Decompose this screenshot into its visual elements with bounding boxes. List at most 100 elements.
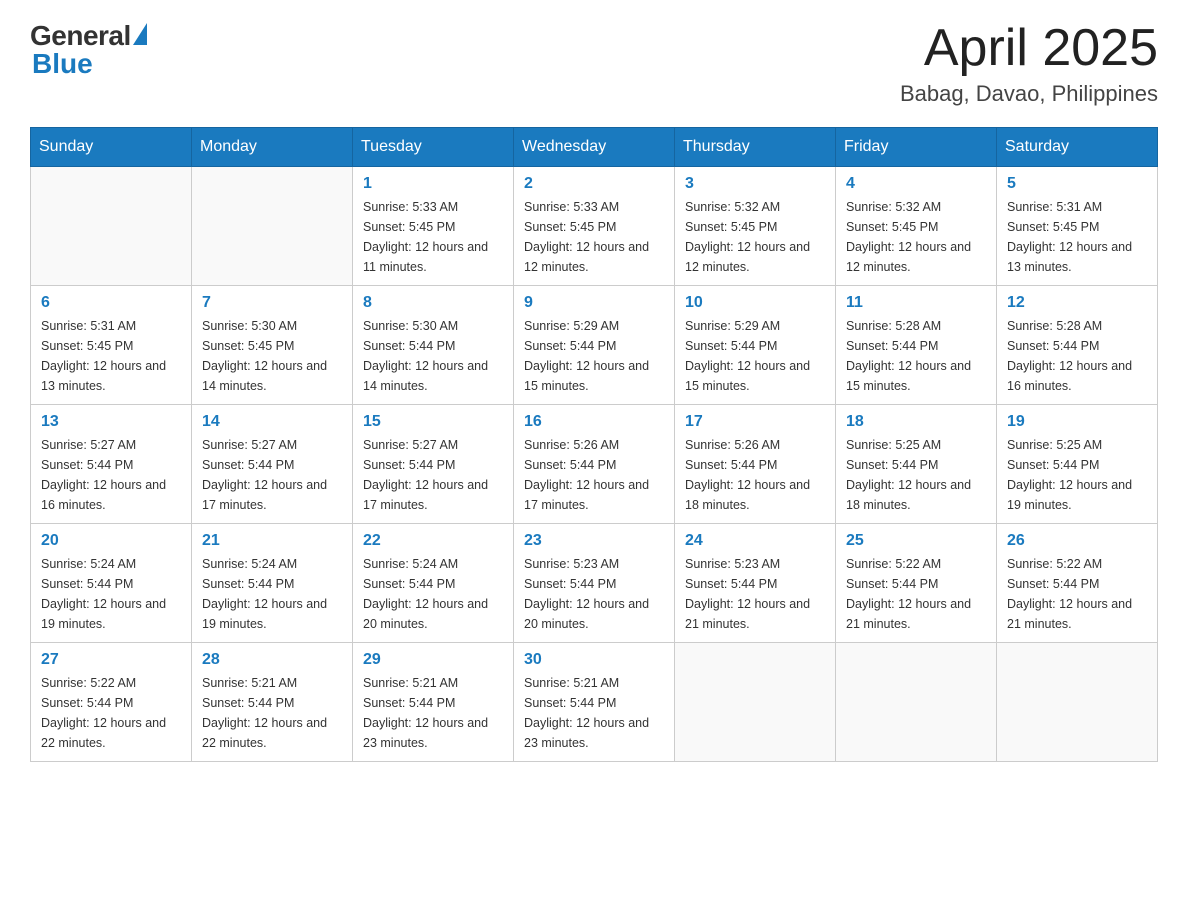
- day-number: 12: [1007, 294, 1147, 312]
- calendar-cell: 19 Sunrise: 5:25 AMSunset: 5:44 PMDayligh…: [997, 405, 1158, 524]
- day-number: 30: [524, 651, 664, 669]
- day-info: Sunrise: 5:23 AMSunset: 5:44 PMDaylight:…: [685, 554, 825, 634]
- day-number: 10: [685, 294, 825, 312]
- day-number: 21: [202, 532, 342, 550]
- calendar-week-row: 13 Sunrise: 5:27 AMSunset: 5:44 PMDayligh…: [31, 405, 1158, 524]
- calendar-cell: 20Sunrise: 5:24 AMSunset: 5:44 PMDayligh…: [31, 524, 192, 643]
- day-number: 27: [41, 651, 181, 669]
- day-info: Sunrise: 5:32 AMSunset: 5:45 PMDaylight:…: [685, 197, 825, 277]
- column-header-tuesday: Tuesday: [353, 128, 514, 167]
- month-year-title: April 2025: [900, 20, 1158, 77]
- day-info: Sunrise: 5:26 AMSunset: 5:44 PMDaylight:…: [685, 435, 825, 515]
- day-info: Sunrise: 5:24 AMSunset: 5:44 PMDaylight:…: [202, 554, 342, 634]
- column-header-sunday: Sunday: [31, 128, 192, 167]
- calendar-cell: [997, 643, 1158, 762]
- day-number: 3: [685, 175, 825, 193]
- calendar-cell: [192, 167, 353, 286]
- day-number: 4: [846, 175, 986, 193]
- calendar-cell: 26 Sunrise: 5:22 AMSunset: 5:44 PMDayligh…: [997, 524, 1158, 643]
- day-number: 6: [41, 294, 181, 312]
- calendar-cell: 8Sunrise: 5:30 AMSunset: 5:44 PMDaylight…: [353, 286, 514, 405]
- calendar-cell: 3 Sunrise: 5:32 AMSunset: 5:45 PMDaylight…: [675, 167, 836, 286]
- day-number: 19: [1007, 413, 1147, 431]
- calendar-cell: 30 Sunrise: 5:21 AMSunset: 5:44 PMDayligh…: [514, 643, 675, 762]
- calendar-cell: 4 Sunrise: 5:32 AMSunset: 5:45 PMDaylight…: [836, 167, 997, 286]
- logo: General Blue: [30, 20, 147, 80]
- logo-triangle-icon: [133, 23, 147, 45]
- calendar-cell: 23 Sunrise: 5:23 AMSunset: 5:44 PMDayligh…: [514, 524, 675, 643]
- day-info: Sunrise: 5:33 AMSunset: 5:45 PMDaylight:…: [524, 197, 664, 277]
- calendar-cell: 9 Sunrise: 5:29 AMSunset: 5:44 PMDaylight…: [514, 286, 675, 405]
- day-number: 28: [202, 651, 342, 669]
- calendar-cell: 22 Sunrise: 5:24 AMSunset: 5:44 PMDayligh…: [353, 524, 514, 643]
- day-info: Sunrise: 5:25 AMSunset: 5:44 PMDaylight:…: [846, 435, 986, 515]
- calendar-table: SundayMondayTuesdayWednesdayThursdayFrid…: [30, 127, 1158, 762]
- day-number: 25: [846, 532, 986, 550]
- day-number: 18: [846, 413, 986, 431]
- calendar-cell: 1 Sunrise: 5:33 AMSunset: 5:45 PMDaylight…: [353, 167, 514, 286]
- day-number: 2: [524, 175, 664, 193]
- day-info: Sunrise: 5:33 AMSunset: 5:45 PMDaylight:…: [363, 197, 503, 277]
- day-number: 17: [685, 413, 825, 431]
- day-info: Sunrise: 5:28 AMSunset: 5:44 PMDaylight:…: [1007, 316, 1147, 396]
- calendar-cell: [836, 643, 997, 762]
- day-info: Sunrise: 5:27 AMSunset: 5:44 PMDaylight:…: [202, 435, 342, 515]
- column-header-monday: Monday: [192, 128, 353, 167]
- day-info: Sunrise: 5:29 AMSunset: 5:44 PMDaylight:…: [524, 316, 664, 396]
- calendar-header-row: SundayMondayTuesdayWednesdayThursdayFrid…: [31, 128, 1158, 167]
- day-info: Sunrise: 5:22 AMSunset: 5:44 PMDaylight:…: [41, 673, 181, 753]
- day-number: 29: [363, 651, 503, 669]
- calendar-cell: 21 Sunrise: 5:24 AMSunset: 5:44 PMDayligh…: [192, 524, 353, 643]
- calendar-cell: 28 Sunrise: 5:21 AMSunset: 5:44 PMDayligh…: [192, 643, 353, 762]
- day-info: Sunrise: 5:32 AMSunset: 5:45 PMDaylight:…: [846, 197, 986, 277]
- day-number: 5: [1007, 175, 1147, 193]
- calendar-cell: 24 Sunrise: 5:23 AMSunset: 5:44 PMDayligh…: [675, 524, 836, 643]
- calendar-cell: 14 Sunrise: 5:27 AMSunset: 5:44 PMDayligh…: [192, 405, 353, 524]
- day-info: Sunrise: 5:25 AMSunset: 5:44 PMDaylight:…: [1007, 435, 1147, 515]
- day-info: Sunrise: 5:31 AMSunset: 5:45 PMDaylight:…: [1007, 197, 1147, 277]
- day-number: 20: [41, 532, 181, 550]
- day-number: 11: [846, 294, 986, 312]
- calendar-cell: 18 Sunrise: 5:25 AMSunset: 5:44 PMDayligh…: [836, 405, 997, 524]
- calendar-cell: 17 Sunrise: 5:26 AMSunset: 5:44 PMDayligh…: [675, 405, 836, 524]
- day-number: 15: [363, 413, 503, 431]
- column-header-saturday: Saturday: [997, 128, 1158, 167]
- day-number: 16: [524, 413, 664, 431]
- calendar-cell: 16Sunrise: 5:26 AMSunset: 5:44 PMDayligh…: [514, 405, 675, 524]
- calendar-cell: [675, 643, 836, 762]
- calendar-cell: 5 Sunrise: 5:31 AMSunset: 5:45 PMDaylight…: [997, 167, 1158, 286]
- day-number: 26: [1007, 532, 1147, 550]
- day-info: Sunrise: 5:30 AMSunset: 5:45 PMDaylight:…: [202, 316, 342, 396]
- calendar-cell: 2 Sunrise: 5:33 AMSunset: 5:45 PMDaylight…: [514, 167, 675, 286]
- calendar-cell: 29Sunrise: 5:21 AMSunset: 5:44 PMDayligh…: [353, 643, 514, 762]
- day-number: 1: [363, 175, 503, 193]
- day-info: Sunrise: 5:22 AMSunset: 5:44 PMDaylight:…: [846, 554, 986, 634]
- calendar-cell: 13Sunrise: 5:27 AMSunset: 5:44 PMDayligh…: [31, 405, 192, 524]
- day-info: Sunrise: 5:27 AMSunset: 5:44 PMDaylight:…: [363, 435, 503, 515]
- day-number: 24: [685, 532, 825, 550]
- calendar-week-row: 6Sunrise: 5:31 AMSunset: 5:45 PMDaylight…: [31, 286, 1158, 405]
- column-header-thursday: Thursday: [675, 128, 836, 167]
- calendar-cell: 7 Sunrise: 5:30 AMSunset: 5:45 PMDaylight…: [192, 286, 353, 405]
- location-subtitle: Babag, Davao, Philippines: [900, 81, 1158, 107]
- day-info: Sunrise: 5:22 AMSunset: 5:44 PMDaylight:…: [1007, 554, 1147, 634]
- calendar-cell: 12 Sunrise: 5:28 AMSunset: 5:44 PMDayligh…: [997, 286, 1158, 405]
- day-info: Sunrise: 5:21 AMSunset: 5:44 PMDaylight:…: [202, 673, 342, 753]
- calendar-cell: 25 Sunrise: 5:22 AMSunset: 5:44 PMDayligh…: [836, 524, 997, 643]
- calendar-cell: [31, 167, 192, 286]
- day-info: Sunrise: 5:28 AMSunset: 5:44 PMDaylight:…: [846, 316, 986, 396]
- day-info: Sunrise: 5:24 AMSunset: 5:44 PMDaylight:…: [363, 554, 503, 634]
- day-info: Sunrise: 5:23 AMSunset: 5:44 PMDaylight:…: [524, 554, 664, 634]
- day-number: 9: [524, 294, 664, 312]
- day-number: 7: [202, 294, 342, 312]
- column-header-friday: Friday: [836, 128, 997, 167]
- calendar-cell: 10Sunrise: 5:29 AMSunset: 5:44 PMDayligh…: [675, 286, 836, 405]
- day-number: 22: [363, 532, 503, 550]
- page-header: General Blue April 2025 Babag, Davao, Ph…: [30, 20, 1158, 107]
- day-number: 13: [41, 413, 181, 431]
- day-number: 14: [202, 413, 342, 431]
- calendar-cell: 11 Sunrise: 5:28 AMSunset: 5:44 PMDayligh…: [836, 286, 997, 405]
- day-info: Sunrise: 5:21 AMSunset: 5:44 PMDaylight:…: [524, 673, 664, 753]
- day-number: 23: [524, 532, 664, 550]
- calendar-week-row: 1 Sunrise: 5:33 AMSunset: 5:45 PMDaylight…: [31, 167, 1158, 286]
